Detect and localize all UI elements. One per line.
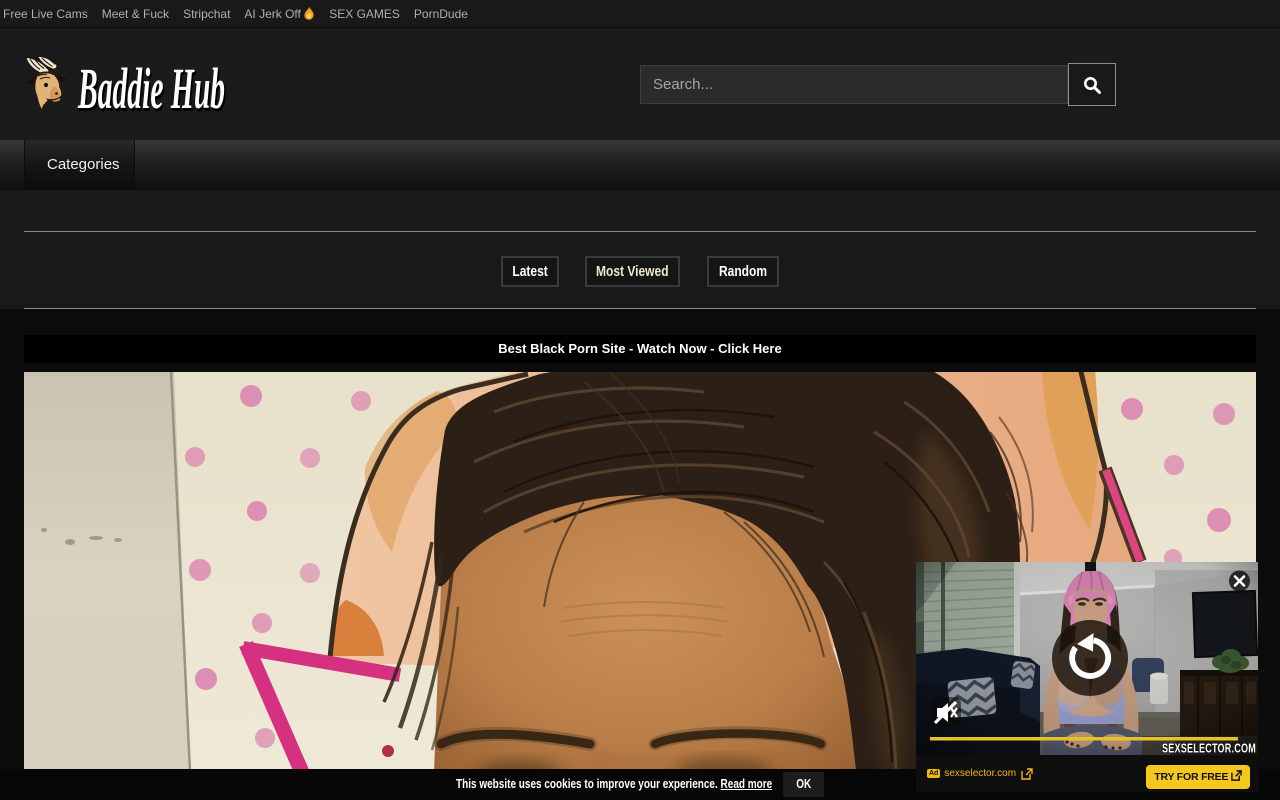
svg-text:SEXSELECTOR.COM: SEXSELECTOR.COM [1162,742,1256,756]
